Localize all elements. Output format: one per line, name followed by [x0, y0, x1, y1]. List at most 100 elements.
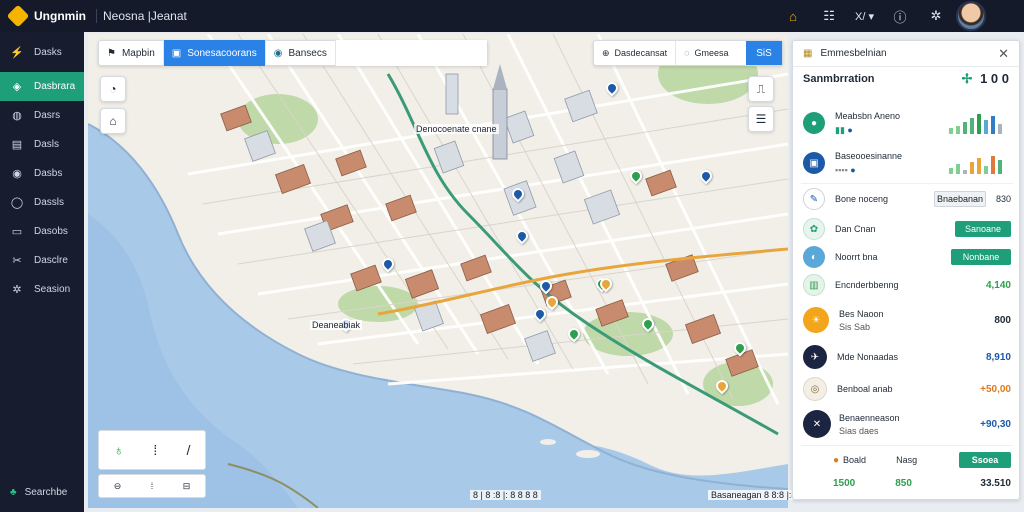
panel-row-5[interactable]: ▥ Encnderbbenng 4,140 — [803, 271, 1011, 299]
zoom-out-icon[interactable]: ⊖ — [114, 481, 122, 492]
summary-value-wrap: ✢ 1 0 0 — [962, 71, 1009, 87]
logo-icon — [6, 4, 30, 28]
toolbar-layers[interactable]: ▣ Sonesacoorans — [163, 40, 266, 66]
search-mode-label: Gmeesa — [694, 48, 729, 58]
row-label: Bes Naoon — [839, 308, 884, 319]
sidebar-item-8[interactable]: ✲ Seasion — [0, 275, 84, 304]
sidebar-item-0[interactable]: ⚡ Dasks — [0, 32, 84, 72]
filter-icon: ⊕ — [602, 47, 610, 58]
footer-label-mid: Nasg — [896, 455, 918, 465]
row-2-button[interactable]: Bnaebanan — [933, 191, 986, 207]
analytics-icon: ◈ — [12, 81, 22, 93]
sidebar-item-label: Dasclre — [34, 255, 68, 266]
row-label: Benboal anab — [837, 384, 893, 394]
row-label: Dan Cnan — [835, 224, 876, 234]
sidebar-item-6[interactable]: ▭ Dasobs — [0, 217, 84, 246]
panel-row-0[interactable]: ● Meabsbn Aneno ▮▮ ● — [803, 105, 1011, 141]
map-label-quarter: Deaneabiak — [310, 320, 363, 330]
panel-summary: Sanmbrration ✢ 1 0 0 — [793, 67, 1019, 91]
window-title: Neosna |Jeanat — [96, 9, 187, 23]
footer-button[interactable]: Ssoea — [959, 452, 1011, 468]
translate-icon[interactable]: X/ ▾ — [855, 6, 874, 26]
map-zoom-control[interactable]: ⊖ ⁞ ⊟ — [98, 474, 206, 498]
panel-row-4[interactable]: ◐ Noorrt bna Nonbane — [803, 243, 1011, 271]
row-0-sparkline — [949, 114, 1002, 134]
app-logo[interactable]: Ungnmin — [0, 4, 96, 28]
sidebar-footer[interactable]: ♣ Searchbe — [0, 480, 84, 504]
map-home-button[interactable]: ⌂ — [100, 108, 126, 134]
row-label: Meabsbn Aneno — [835, 110, 901, 121]
map-toolbar: ⚑ Mapbin ▣ Sonesacoorans ◉ Bansecs — [98, 40, 488, 66]
document-icon: ▤ — [11, 139, 23, 151]
panel-footer-row: ● Boald Nasg Ssoea — [803, 449, 1011, 471]
sidebar-item-label: Dasbs — [34, 168, 63, 179]
sidebar-item-3[interactable]: ▤ Dasls — [0, 130, 84, 159]
app-logo-text: Ungnmin — [34, 9, 86, 23]
footer-value-0: 1500 — [833, 477, 856, 489]
toolbar-mapbin[interactable]: ⚑ Mapbin — [99, 40, 164, 66]
row-3-button[interactable]: Sanoane — [955, 221, 1011, 237]
panel-row-9[interactable]: ✕ Benaenneason Sias daes +90,30 — [803, 407, 1011, 441]
sidebar-item-2[interactable]: ◍ Dasrs — [0, 101, 84, 130]
map-lock-button[interactable]: ◔ — [100, 76, 126, 102]
row-label: Mde Nonaadas — [837, 352, 899, 362]
legend-glyph-1: ⁞ — [153, 442, 158, 458]
row-9-text: Benaenneason Sias daes — [839, 413, 900, 436]
search-filter[interactable]: ⊕ Dasdecansat — [594, 41, 677, 65]
zoom-divider: ⁞ — [150, 481, 154, 491]
panel-header: ▦ Emmesbelnian ✕ — [793, 41, 1019, 67]
sidebar-item-label: Dasks — [34, 46, 62, 58]
search-mode[interactable]: ◌ Gmeesa — [676, 41, 736, 65]
search-button[interactable]: SiS — [746, 41, 782, 65]
panel-row-8[interactable]: ◎ Benboal anab +50,00 — [803, 375, 1011, 403]
panel-divider — [801, 183, 1013, 184]
sidebar-item-1[interactable]: ◈ Dasbrara — [0, 72, 84, 101]
row-1-sparkline — [949, 156, 1002, 174]
sidebar-item-5[interactable]: ◯ Dassls — [0, 188, 84, 217]
panel-title: Emmesbelnian — [820, 48, 887, 59]
top-bar: Ungnmin Neosna |Jeanat ⌂ ☷ X/ ▾ ⓘ ✲ — [0, 0, 1024, 32]
footer-value-2: 33.510 — [980, 477, 1011, 489]
map-attribution-right: Basaneagan 8 8:8 |:8 — [708, 490, 800, 500]
grid-icon[interactable]: ☷ — [819, 6, 839, 26]
map-settings-button[interactable]: ☰ — [748, 106, 774, 132]
row-label: Baseooesinanne — [835, 151, 903, 161]
topbar-icons: ⌂ ☷ X/ ▾ ⓘ ✲ — [783, 6, 982, 26]
map-legend[interactable]: ♁ ⁞ / — [98, 430, 206, 470]
panel-row-1[interactable]: ▣ Baseooesinanne ▪▪▪▪ ● — [803, 145, 1011, 181]
panel-icon: ▦ — [803, 48, 813, 59]
sidebar-item-label: Seasion — [34, 284, 71, 295]
row-4-button[interactable]: Nonbane — [951, 249, 1011, 265]
map-search: ⊕ Dasdecansat ◌ Gmeesa SiS — [593, 40, 783, 66]
toolbar-bases[interactable]: ◉ Bansecs — [266, 40, 336, 66]
sidebar-item-label: Dasls — [34, 139, 60, 150]
tool-circle-icon: ✕ — [803, 410, 831, 438]
map-layer-button[interactable]: ⎍ — [748, 76, 774, 102]
tools-icon: ✂ — [12, 255, 22, 267]
sidebar-item-7[interactable]: ✂ Dasclre — [0, 246, 84, 275]
info-icon[interactable]: ⓘ — [890, 6, 910, 26]
panel-row-3[interactable]: ✿ Dan Cnan Sanoane — [803, 215, 1011, 243]
settings-icon[interactable]: ✲ — [926, 6, 946, 26]
mini-dots-icon: ▪▪▪▪ ● — [835, 165, 856, 175]
summary-label: Sanmbrration — [803, 73, 875, 85]
row-label: Benaenneason — [839, 412, 900, 423]
search-filter-label: Dasdecansat — [614, 48, 668, 58]
home-icon[interactable]: ⌂ — [783, 6, 803, 26]
row-5-value: 4,140 — [985, 279, 1011, 291]
row-sublabel: Sis Sab — [839, 321, 871, 332]
plus-icon: ✢ — [961, 71, 973, 86]
toolbar-input[interactable] — [335, 40, 487, 66]
row-2-value: 830 — [995, 194, 1011, 204]
panel-row-7[interactable]: ✈ Mde Nonaadas 8,910 — [803, 343, 1011, 371]
bird-circle-icon: ✈ — [803, 345, 827, 369]
toolbar-mapbin-label: Mapbin — [121, 47, 155, 59]
close-icon[interactable]: ✕ — [998, 46, 1009, 62]
panel-row-2[interactable]: ✎ Bone noceng Bnaebanan 830 — [803, 185, 1011, 213]
panel-row-6[interactable]: ☀ Bes Naoon Sis Sab 800 — [803, 303, 1011, 337]
avatar[interactable] — [956, 1, 986, 31]
leaf-icon: ♣ — [10, 486, 17, 498]
leaf-circle-icon: ✿ — [803, 218, 825, 240]
zoom-reset-icon[interactable]: ⊟ — [183, 481, 191, 492]
sidebar-item-4[interactable]: ◉ Dasbs — [0, 159, 84, 188]
